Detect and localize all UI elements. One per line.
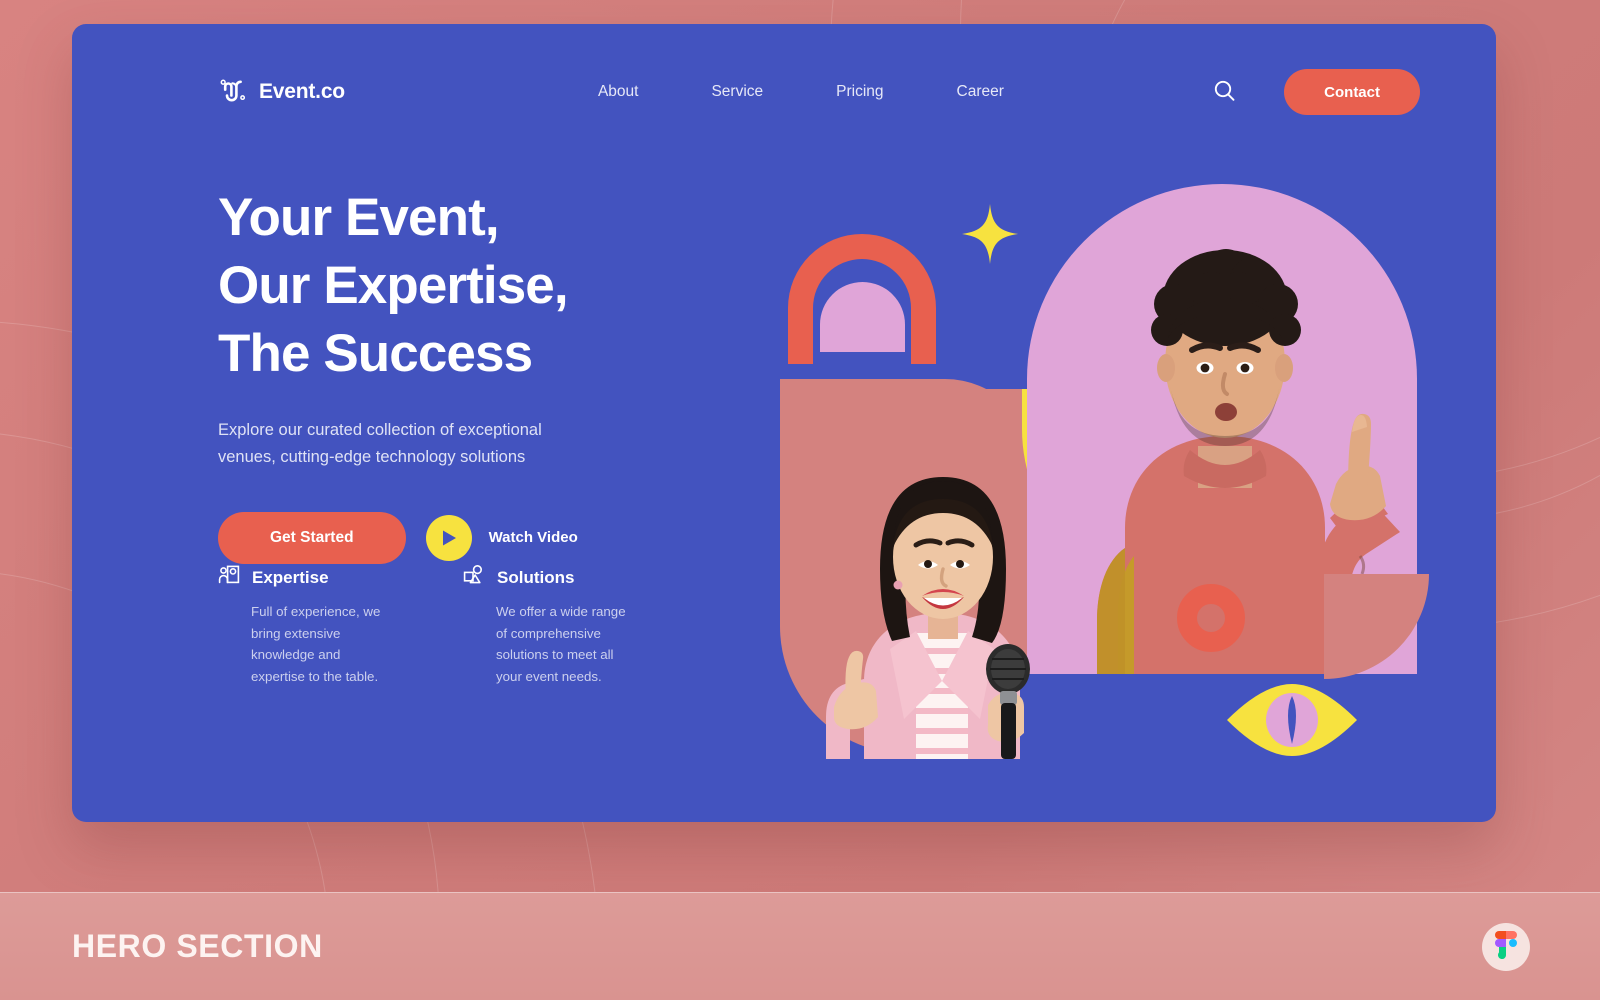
caption-band: HERO SECTION: [0, 892, 1600, 1000]
page-title: Your Event, Our Expertise, The Success: [218, 188, 569, 383]
feature-title: Expertise: [252, 567, 329, 587]
brand-name: Event.co: [259, 80, 345, 103]
contact-button[interactable]: Contact: [1284, 69, 1420, 115]
feature-header: Solutions: [463, 564, 638, 591]
feature-header: Expertise: [218, 564, 393, 591]
feature-solutions: Solutions We offer a wide range of compr…: [463, 564, 638, 687]
hero-collage: [772, 174, 1462, 774]
presentation-person-icon: [218, 564, 240, 591]
feature-list: Expertise Full of experience, we bring e…: [218, 564, 698, 687]
search-button[interactable]: [1213, 79, 1236, 105]
hero-page-card: Event.co About Service Pricing Career Co…: [72, 24, 1496, 822]
feature-body: Full of experience, we bring extensive k…: [251, 604, 381, 684]
feature-title: Solutions: [497, 567, 575, 587]
play-icon: [425, 514, 472, 561]
solutions-shapes-icon: [463, 564, 485, 591]
hero-subtitle: Explore our curated collection of except…: [218, 421, 542, 466]
photo-woman: [812, 419, 1082, 759]
feature-body: We offer a wide range of comprehensive s…: [496, 604, 626, 684]
caption-title: HERO SECTION: [72, 928, 323, 964]
brand-logo[interactable]: Event.co: [218, 75, 345, 110]
hero-actions: Get Started Watch Video: [218, 511, 688, 564]
nav-link-career[interactable]: Career: [957, 83, 1004, 101]
watch-video-button[interactable]: Watch Video: [425, 514, 578, 561]
event-fingerprint-logo-icon: [218, 75, 248, 110]
nav-link-service[interactable]: Service: [711, 83, 763, 101]
search-icon: [1213, 79, 1236, 105]
nav-link-about[interactable]: About: [598, 83, 639, 101]
hero-content: Your Event, Our Expertise, The Success E…: [218, 184, 688, 564]
navbar: Event.co About Service Pricing Career Co…: [72, 64, 1496, 120]
nav-link-pricing[interactable]: Pricing: [836, 83, 883, 101]
coral-donut-shape: [1177, 584, 1245, 652]
feature-expertise: Expertise Full of experience, we bring e…: [218, 564, 393, 687]
figma-logo-icon[interactable]: [1482, 922, 1530, 971]
navbar-actions: Contact: [1213, 69, 1420, 115]
eye-shape-icon: [1227, 684, 1357, 756]
watch-video-label: Watch Video: [488, 529, 578, 547]
sparkle-star-icon: [962, 204, 1018, 264]
get-started-button[interactable]: Get Started: [218, 511, 406, 564]
nav-links: About Service Pricing Career: [598, 83, 1004, 101]
